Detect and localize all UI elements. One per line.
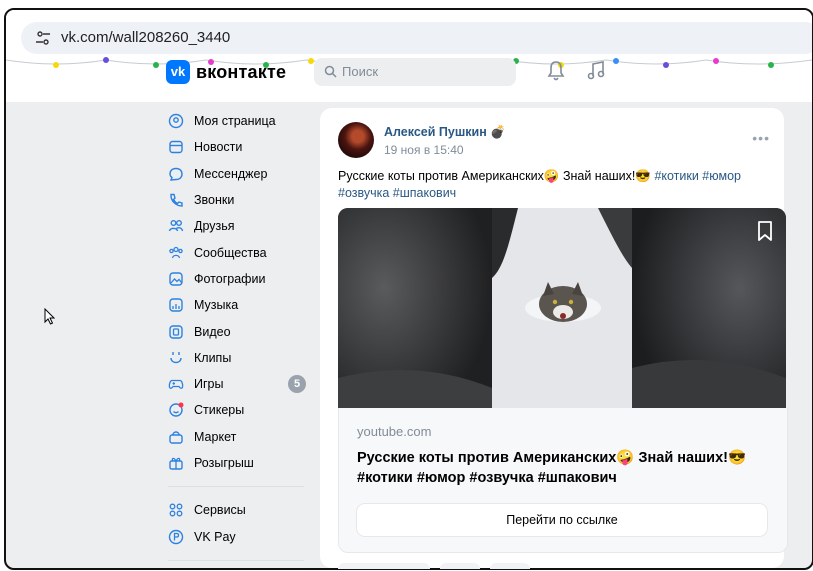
post-text: Русские коты против Американских🤪 Знай н… — [338, 169, 741, 200]
sidebar-item-vkpay[interactable]: VK Pay — [168, 523, 308, 549]
clips-icon — [170, 351, 182, 364]
search-icon — [324, 65, 337, 78]
vk-logo-text[interactable]: вконтакте — [196, 62, 286, 83]
music-icon — [169, 298, 183, 312]
url-text[interactable]: vk.com/wall208260_3440 — [61, 29, 230, 46]
chat-icon — [169, 167, 183, 181]
mouse-pointer-icon — [44, 308, 56, 325]
search-placeholder: Поиск — [342, 64, 379, 79]
vk-logo[interactable]: vk — [166, 60, 190, 84]
open-link-button[interactable]: Перейти по ссылке — [357, 504, 767, 536]
bookmark-icon[interactable] — [756, 220, 774, 242]
link-title[interactable]: Русские коты против Американских🤪 Знай н… — [357, 448, 777, 488]
sidebar-item-services[interactable]: Сервисы — [168, 497, 308, 523]
sidebar-item-my-page[interactable]: Моя страница — [168, 108, 308, 134]
post-time[interactable]: 19 ноя в 15:40 — [384, 143, 464, 157]
link-domain: youtube.com — [357, 424, 432, 439]
gift-icon — [169, 457, 183, 470]
search-input[interactable]: Поиск — [314, 58, 516, 86]
user-circle-icon — [168, 113, 184, 129]
bomb-emoji: 💣 — [490, 125, 506, 139]
author-avatar[interactable] — [338, 122, 374, 158]
services-icon — [169, 503, 183, 517]
games-icon — [168, 379, 184, 390]
phone-icon — [170, 193, 183, 207]
sidebar-item-clips[interactable]: Клипы — [168, 345, 308, 371]
vkpay-icon — [168, 529, 184, 544]
market-icon — [169, 431, 183, 444]
photos-icon — [169, 272, 183, 286]
sidebar-divider-2 — [168, 559, 304, 561]
sidebar-item-news[interactable]: Новости — [168, 134, 308, 160]
sidebar-item-photos[interactable]: Фотографии — [168, 266, 308, 292]
sidebar-item-music[interactable]: Музыка — [168, 292, 308, 318]
video-icon — [169, 324, 183, 339]
reaction-bar-partial — [338, 563, 530, 569]
sidebar-item-calls[interactable]: Звонки — [168, 187, 308, 213]
bell-icon[interactable] — [546, 60, 566, 82]
video-thumbnail[interactable] — [338, 208, 786, 408]
address-bar-area: vk.com/wall208260_3440 — [6, 10, 812, 56]
sidebar-item-video[interactable]: Видео — [168, 318, 308, 344]
post-card: Алексей Пушкин 💣 19 ноя в 15:40 ••• Русс… — [320, 108, 788, 568]
games-counter-badge: 5 — [288, 374, 306, 393]
sidebar-item-friends[interactable]: Друзья — [168, 213, 308, 239]
author-name[interactable]: Алексей Пушкин 💣 — [384, 125, 506, 140]
sidebar-item-messenger[interactable]: Мессенджер — [168, 161, 308, 187]
news-icon — [169, 141, 183, 154]
site-settings-icon[interactable] — [35, 30, 51, 46]
music-note-icon[interactable] — [586, 60, 606, 82]
more-options-icon[interactable]: ••• — [752, 130, 770, 146]
friends-icon — [168, 220, 184, 232]
address-bar[interactable]: vk.com/wall208260_3440 — [21, 22, 812, 54]
communities-icon — [169, 246, 183, 258]
sidebar-item-giveaway[interactable]: Розыгрыш — [168, 450, 308, 476]
sidebar-item-market[interactable]: Маркет — [168, 424, 308, 450]
sidebar-item-games[interactable]: Игры 5 — [168, 371, 308, 397]
link-preview[interactable]: youtube.com Русские коты против Американ… — [338, 408, 788, 553]
cat-in-snow-image — [338, 208, 786, 408]
sidebar-item-communities[interactable]: Сообщества — [168, 239, 308, 265]
sidebar-divider — [168, 486, 304, 488]
left-sidebar: Моя страница Новости Мессенджер Звонки Д… — [168, 108, 308, 571]
sidebar-item-stickers[interactable]: Стикеры — [168, 397, 308, 423]
stickers-icon — [169, 402, 184, 418]
